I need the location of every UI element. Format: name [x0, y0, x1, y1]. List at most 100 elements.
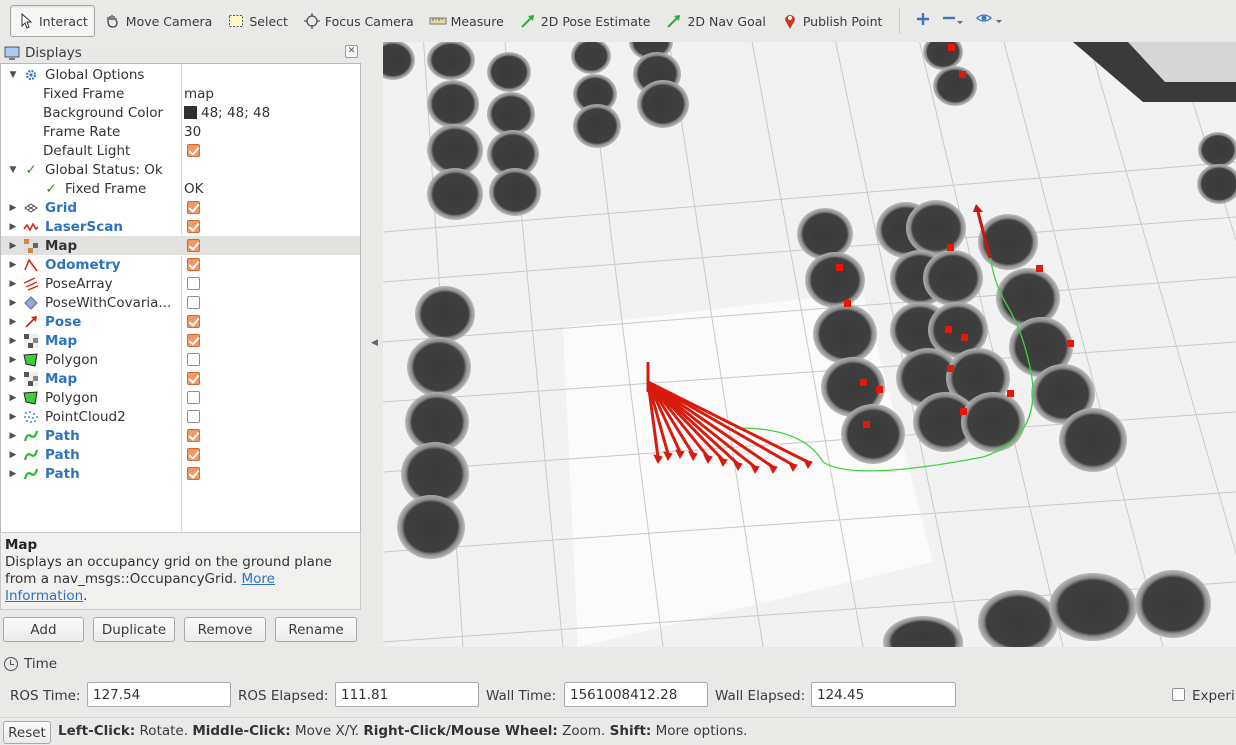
laserscan-checkbox[interactable]: [187, 220, 200, 233]
expand-arrow-icon[interactable]: ▶: [8, 260, 18, 270]
collapse-arrow-icon[interactable]: ◀: [371, 338, 378, 348]
tree-row-global-status[interactable]: ▼ ✓ Global Status: Ok: [1, 160, 360, 179]
expand-arrow-icon[interactable]: ▶: [8, 393, 18, 403]
tree-row-pointcloud2[interactable]: ▶ PointCloud2: [1, 407, 360, 426]
tree-row-fixed-frame[interactable]: Fixed Frame map: [1, 84, 360, 103]
select-tool-button[interactable]: Select: [221, 5, 294, 37]
view-panel-button[interactable]: [970, 5, 1010, 37]
tree-label: PointCloud2: [45, 408, 126, 425]
expand-arrow-icon[interactable]: ▶: [8, 203, 18, 213]
tree-row-pose[interactable]: ▶ Pose: [1, 312, 360, 331]
tree-row-posewithcovariance[interactable]: ▶ PoseWithCovaria...: [1, 293, 360, 312]
gear-icon: [23, 67, 39, 83]
polygon-2-checkbox[interactable]: [187, 391, 200, 404]
tree-row-status-fixed-frame[interactable]: ✓ Fixed Frame OK: [1, 179, 360, 198]
default-light-checkbox[interactable]: [187, 144, 200, 157]
posearray-checkbox[interactable]: [187, 277, 200, 290]
expand-arrow-icon[interactable]: ▶: [8, 222, 18, 232]
expand-arrow-icon[interactable]: ▼: [8, 165, 18, 175]
laser-point: [844, 300, 851, 307]
expand-arrow-icon[interactable]: ▶: [8, 279, 18, 289]
expand-arrow-icon[interactable]: ▶: [8, 374, 18, 384]
rename-button[interactable]: Rename: [275, 617, 357, 642]
tree-row-map-selected[interactable]: ▶ Map: [1, 236, 360, 255]
wall-time-field[interactable]: 1561008412.28: [564, 682, 708, 707]
description-text: Displays an occupancy grid on the ground…: [5, 554, 332, 587]
tree-row-odometry[interactable]: ▶ Odometry: [1, 255, 360, 274]
add-tool-button[interactable]: [910, 5, 936, 37]
expand-arrow-icon[interactable]: ▼: [8, 70, 18, 80]
posewithcovariance-checkbox[interactable]: [187, 296, 200, 309]
tree-label: Fixed Frame: [65, 180, 147, 197]
polygon-checkbox[interactable]: [187, 353, 200, 366]
path-2-checkbox[interactable]: [187, 448, 200, 461]
interact-tool-button[interactable]: Interact: [10, 5, 95, 37]
grid-checkbox[interactable]: [187, 201, 200, 214]
tree-row-default-light[interactable]: Default Light: [1, 141, 360, 160]
fixed-frame-value[interactable]: map: [184, 86, 214, 102]
expand-arrow-icon[interactable]: ▶: [8, 469, 18, 479]
tree-row-posearray[interactable]: ▶ PoseArray: [1, 274, 360, 293]
tree-row-background-color[interactable]: Background Color 48; 48; 48: [1, 103, 360, 122]
reset-button[interactable]: Reset: [3, 721, 51, 744]
tree-row-polygon-2[interactable]: ▶ Polygon: [1, 388, 360, 407]
expand-arrow-icon[interactable]: ▶: [8, 431, 18, 441]
tree-row-frame-rate[interactable]: Frame Rate 30: [1, 122, 360, 141]
tree-row-path[interactable]: ▶ Path: [1, 426, 360, 445]
tree-row-laserscan[interactable]: ▶ LaserScan: [1, 217, 360, 236]
path-3-checkbox[interactable]: [187, 467, 200, 480]
move-camera-tool-button[interactable]: Move Camera: [98, 5, 219, 37]
ros-time-field[interactable]: 127.54: [87, 682, 231, 707]
laser-point: [947, 244, 954, 251]
expand-arrow-icon[interactable]: ▶: [8, 412, 18, 422]
ros-elapsed-field[interactable]: 111.81: [335, 682, 479, 707]
map-3-checkbox[interactable]: [187, 372, 200, 385]
measure-tool-button[interactable]: Measure: [423, 5, 510, 37]
add-button[interactable]: Add: [3, 617, 84, 642]
map-checkbox[interactable]: [187, 239, 200, 252]
remove-tool-button[interactable]: [936, 5, 970, 37]
minus-icon: [942, 12, 964, 30]
tree-row-grid[interactable]: ▶ Grid: [1, 198, 360, 217]
pointcloud-icon: [23, 409, 39, 425]
remove-button[interactable]: Remove: [184, 617, 266, 642]
publish-point-tool-button[interactable]: Publish Point: [775, 5, 889, 37]
obstacle: [906, 200, 966, 256]
obstacle: [805, 252, 865, 308]
frame-rate-value[interactable]: 30: [184, 124, 201, 140]
expand-arrow-icon[interactable]: ▶: [8, 336, 18, 346]
tree-label: PoseWithCovaria...: [45, 294, 172, 311]
obstacle: [489, 168, 541, 216]
2d-pose-estimate-tool-button[interactable]: 2D Pose Estimate: [513, 5, 657, 37]
pointcloud2-checkbox[interactable]: [187, 410, 200, 423]
background-color-value[interactable]: 48; 48; 48: [184, 105, 270, 121]
2d-nav-goal-tool-button[interactable]: 2D Nav Goal: [659, 5, 771, 37]
expand-arrow-icon[interactable]: ▶: [8, 298, 18, 308]
interact-label: Interact: [39, 13, 88, 29]
tree-row-path-2[interactable]: ▶ Path: [1, 445, 360, 464]
map-2-checkbox[interactable]: [187, 334, 200, 347]
focus-camera-tool-button[interactable]: Focus Camera: [297, 5, 420, 37]
tree-row-map-3[interactable]: ▶ Map: [1, 369, 360, 388]
expand-arrow-icon[interactable]: ▶: [8, 355, 18, 365]
tree-row-path-3[interactable]: ▶ Path: [1, 464, 360, 483]
tree-label: Background Color: [43, 104, 164, 121]
expand-arrow-icon[interactable]: ▶: [8, 450, 18, 460]
expand-arrow-icon[interactable]: ▶: [8, 317, 18, 327]
render-viewport[interactable]: [383, 42, 1236, 647]
checkbox[interactable]: [187, 144, 200, 157]
close-panel-icon[interactable]: ✕: [345, 45, 358, 58]
wall-elapsed-field[interactable]: 124.45: [811, 682, 956, 707]
tree-row-map-2[interactable]: ▶ Map: [1, 331, 360, 350]
pose-checkbox[interactable]: [187, 315, 200, 328]
duplicate-button[interactable]: Duplicate: [93, 617, 175, 642]
displays-tree: ▼ Global Options Fixed Frame map Backgro…: [0, 63, 361, 570]
expand-arrow-icon[interactable]: ▶: [8, 241, 18, 251]
path-checkbox[interactable]: [187, 429, 200, 442]
tree-label: Fixed Frame: [43, 85, 125, 102]
tree-row-polygon[interactable]: ▶ Polygon: [1, 350, 360, 369]
odometry-checkbox[interactable]: [187, 258, 200, 271]
panel-splitter[interactable]: ◀: [362, 42, 383, 647]
tree-row-global-options[interactable]: ▼ Global Options: [1, 65, 360, 84]
experimental-checkbox[interactable]: [1172, 688, 1185, 701]
